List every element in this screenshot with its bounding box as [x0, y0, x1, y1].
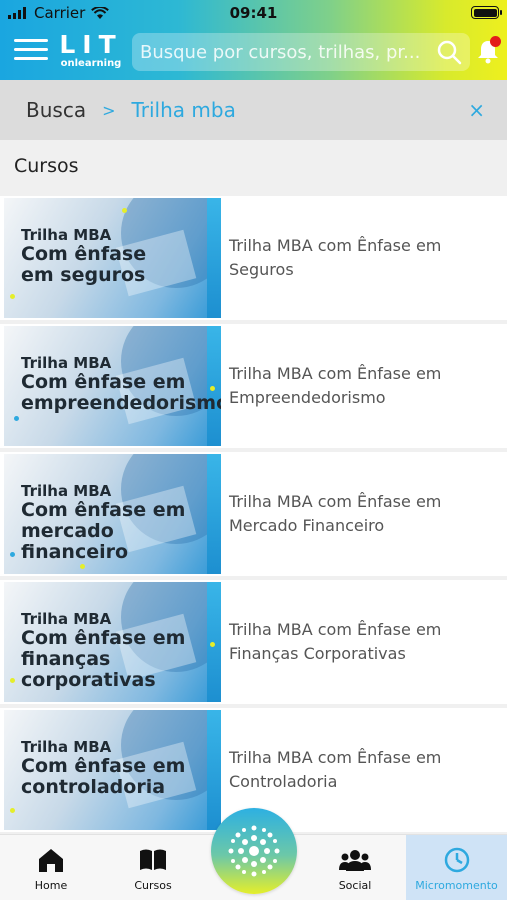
tab-label-social: Social: [338, 879, 372, 892]
menu-button[interactable]: [14, 39, 48, 61]
search-input[interactable]: [140, 41, 436, 63]
tab-cursos[interactable]: Cursos: [102, 835, 204, 900]
course-thumbnail: Trilha MBA Com ênfase em seguros: [4, 198, 221, 318]
course-thumbnail: Trilha MBA Com ênfase em controladoria: [4, 710, 221, 830]
book-icon: [140, 849, 166, 870]
thumbnail-kicker: Trilha MBA: [21, 354, 112, 372]
course-thumbnail: Trilha MBA Com ênfase em finanças corpor…: [4, 582, 221, 702]
thumbnail-kicker: Trilha MBA: [21, 482, 112, 500]
thumbnail-kicker: Trilha MBA: [21, 610, 112, 628]
home-icon: [39, 849, 63, 872]
logo-wordmark: LIT: [59, 30, 123, 59]
tab-home[interactable]: Home: [0, 835, 102, 900]
people-icon: [339, 850, 371, 871]
tab-label-cursos: Cursos: [134, 879, 172, 892]
breadcrumb-separator: >: [102, 100, 116, 120]
course-thumbnail: Trilha MBA Com ênfase em mercado finance…: [4, 454, 221, 574]
thumbnail-title: Com ênfase em finanças corporativas: [21, 627, 186, 691]
clear-search-button[interactable]: ×: [468, 98, 485, 122]
thumbnail-kicker: Trilha MBA: [21, 226, 112, 244]
thumbnail-title: Com ênfase em controladoria: [21, 755, 186, 798]
menu-line: [14, 57, 48, 60]
course-card[interactable]: Trilha MBA Com ênfase em empreendedorism…: [0, 324, 507, 448]
lit-logo[interactable]: LIT onlearning: [58, 32, 124, 70]
menu-line: [14, 48, 48, 51]
tab-label-micromomento: Micromomento: [415, 879, 498, 892]
search-bar[interactable]: [132, 33, 470, 71]
center-action-button[interactable]: [211, 808, 297, 894]
thumbnail-title: Com ênfase em seguros: [21, 243, 147, 286]
status-bar: Carrier 09:41: [0, 0, 507, 26]
tab-micromomento[interactable]: Micromomento: [406, 835, 507, 900]
search-icon[interactable]: [436, 39, 462, 65]
breadcrumb: Busca > Trilha mba ×: [0, 80, 507, 140]
thumbnail-title: Com ênfase em empreendedorismo: [21, 371, 221, 414]
logo-subtitle: onlearning: [60, 58, 122, 69]
menu-line: [14, 39, 48, 42]
breadcrumb-root[interactable]: Busca: [26, 98, 86, 122]
course-card[interactable]: Trilha MBA Com ênfase em finanças corpor…: [0, 580, 507, 704]
lit-symbol-icon: [228, 825, 280, 877]
tab-label-home: Home: [34, 879, 68, 892]
course-name: Trilha MBA com Ênfase em Mercado Finance…: [229, 492, 442, 535]
notification-badge: [490, 36, 501, 47]
clock-icon: [444, 847, 469, 873]
section-title: Cursos: [14, 155, 79, 177]
course-card[interactable]: Trilha MBA Com ênfase em mercado finance…: [0, 452, 507, 576]
course-name: Trilha MBA com Ênfase em Seguros: [229, 236, 442, 279]
tab-social[interactable]: Social: [304, 835, 406, 900]
status-time: 09:41: [229, 4, 278, 22]
thumbnail-title: Com ênfase em mercado financeiro: [21, 499, 186, 563]
battery-icon: [471, 6, 502, 19]
course-name: Trilha MBA com Ênfase em Empreendedorism…: [229, 364, 442, 407]
thumbnail-kicker: Trilha MBA: [21, 738, 112, 756]
course-name: Trilha MBA com Ênfase em Finanças Corpor…: [229, 620, 442, 663]
course-thumbnail: Trilha MBA Com ênfase em empreendedorism…: [4, 326, 221, 446]
breadcrumb-current: Trilha mba: [131, 98, 236, 122]
course-card[interactable]: Trilha MBA Com ênfase em seguros Trilha …: [0, 196, 507, 320]
app-header: Carrier 09:41 LIT onlearning: [0, 0, 507, 80]
